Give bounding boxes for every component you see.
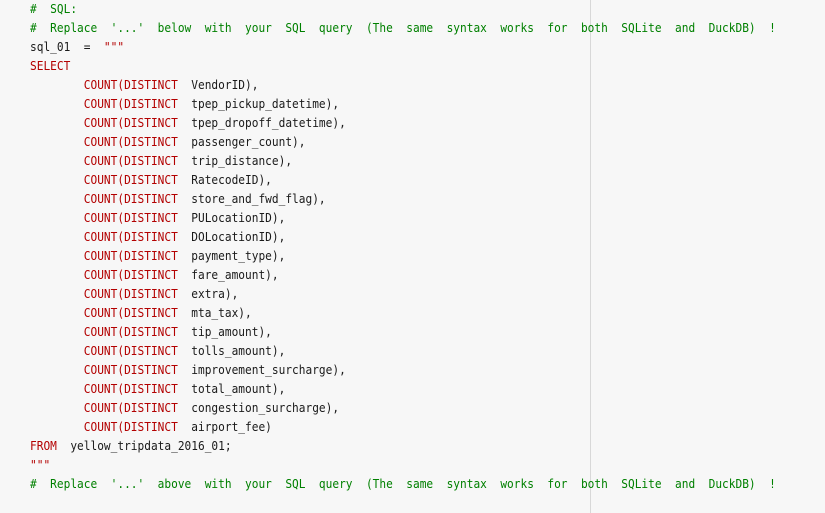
column-name: tolls_amount), (191, 344, 286, 358)
variable-name: sql_01 (30, 40, 71, 54)
column-name: PULocationID), (191, 211, 286, 225)
column-name: tpep_pickup_datetime), (191, 97, 340, 111)
count-distinct-function: COUNT(DISTINCT (83, 78, 178, 92)
count-distinct-line: COUNT(DISTINCT PULocationID), (30, 209, 776, 228)
count-distinct-line: COUNT(DISTINCT fare_amount), (30, 266, 776, 285)
code-block[interactable]: # SQL: # Replace '...' below with your S… (30, 0, 825, 494)
count-distinct-function: COUNT(DISTINCT (83, 287, 178, 301)
count-distinct-function: COUNT(DISTINCT (83, 230, 178, 244)
assign-operator: = (83, 40, 91, 54)
column-name: DOLocationID), (191, 230, 286, 244)
count-distinct-function: COUNT(DISTINCT (83, 192, 178, 206)
column-name: airport_fee) (191, 420, 272, 434)
count-distinct-function: COUNT(DISTINCT (83, 97, 178, 111)
column-name: congestion_surcharge), (191, 401, 340, 415)
from-keyword: FROM (30, 439, 57, 453)
count-distinct-line: COUNT(DISTINCT tolls_amount), (30, 342, 776, 361)
count-distinct-line: COUNT(DISTINCT tpep_pickup_datetime), (30, 95, 776, 114)
column-name: mta_tax), (191, 306, 252, 320)
count-distinct-function: COUNT(DISTINCT (83, 116, 178, 130)
count-distinct-line: COUNT(DISTINCT extra), (30, 285, 776, 304)
count-distinct-line: COUNT(DISTINCT improvement_surcharge), (30, 361, 776, 380)
count-distinct-function: COUNT(DISTINCT (83, 344, 178, 358)
count-distinct-line: COUNT(DISTINCT store_and_fwd_flag), (30, 190, 776, 209)
column-name: total_amount), (191, 382, 286, 396)
column-name: extra), (191, 287, 239, 301)
count-distinct-line: COUNT(DISTINCT trip_distance), (30, 152, 776, 171)
count-distinct-function: COUNT(DISTINCT (83, 325, 178, 339)
count-distinct-function: COUNT(DISTINCT (83, 401, 178, 415)
triple-quote-open: """ (103, 40, 125, 54)
comment-line-sql: # SQL: (30, 2, 78, 16)
column-name: RatecodeID), (191, 173, 272, 187)
column-name: improvement_surcharge), (191, 363, 346, 377)
column-name: VendorID), (191, 78, 259, 92)
select-keyword: SELECT (30, 59, 71, 73)
count-distinct-line: COUNT(DISTINCT DOLocationID), (30, 228, 776, 247)
count-distinct-line: COUNT(DISTINCT total_amount), (30, 380, 776, 399)
count-distinct-function: COUNT(DISTINCT (83, 211, 178, 225)
count-distinct-function: COUNT(DISTINCT (83, 135, 178, 149)
count-distinct-line: COUNT(DISTINCT VendorID), (30, 76, 776, 95)
comment-line-replace-above: # Replace '...' above with your SQL quer… (30, 477, 776, 491)
count-distinct-function: COUNT(DISTINCT (83, 363, 178, 377)
comment-line-replace-below: # Replace '...' below with your SQL quer… (30, 21, 776, 35)
column-name: tip_amount), (191, 325, 272, 339)
table-name: yellow_tripdata_2016_01; (70, 439, 232, 453)
count-distinct-function: COUNT(DISTINCT (83, 306, 178, 320)
from-line: FROM yellow_tripdata_2016_01; (30, 437, 776, 456)
count-distinct-function: COUNT(DISTINCT (83, 173, 178, 187)
count-distinct-line: COUNT(DISTINCT congestion_surcharge), (30, 399, 776, 418)
count-distinct-function: COUNT(DISTINCT (83, 154, 178, 168)
count-distinct-function: COUNT(DISTINCT (83, 268, 178, 282)
column-name: tpep_dropoff_datetime), (191, 116, 346, 130)
column-name: passenger_count), (191, 135, 306, 149)
assignment-line: sql_01 = """ (30, 38, 776, 57)
column-name: fare_amount), (191, 268, 279, 282)
count-distinct-function: COUNT(DISTINCT (83, 382, 178, 396)
column-name: trip_distance), (191, 154, 293, 168)
code-editor[interactable]: # SQL: # Replace '...' below with your S… (0, 0, 825, 513)
count-distinct-function: COUNT(DISTINCT (83, 249, 178, 263)
count-distinct-line: COUNT(DISTINCT tpep_dropoff_datetime), (30, 114, 776, 133)
count-distinct-function: COUNT(DISTINCT (83, 420, 178, 434)
triple-quote-close: """ (30, 458, 51, 472)
count-lines: COUNT(DISTINCT VendorID), COUNT(DISTINCT… (30, 76, 825, 437)
count-distinct-line: COUNT(DISTINCT passenger_count), (30, 133, 776, 152)
count-distinct-line: COUNT(DISTINCT payment_type), (30, 247, 776, 266)
count-distinct-line: COUNT(DISTINCT mta_tax), (30, 304, 776, 323)
count-distinct-line: COUNT(DISTINCT airport_fee) (30, 418, 776, 437)
column-name: payment_type), (191, 249, 286, 263)
count-distinct-line: COUNT(DISTINCT RatecodeID), (30, 171, 776, 190)
count-distinct-line: COUNT(DISTINCT tip_amount), (30, 323, 776, 342)
column-name: store_and_fwd_flag), (191, 192, 326, 206)
